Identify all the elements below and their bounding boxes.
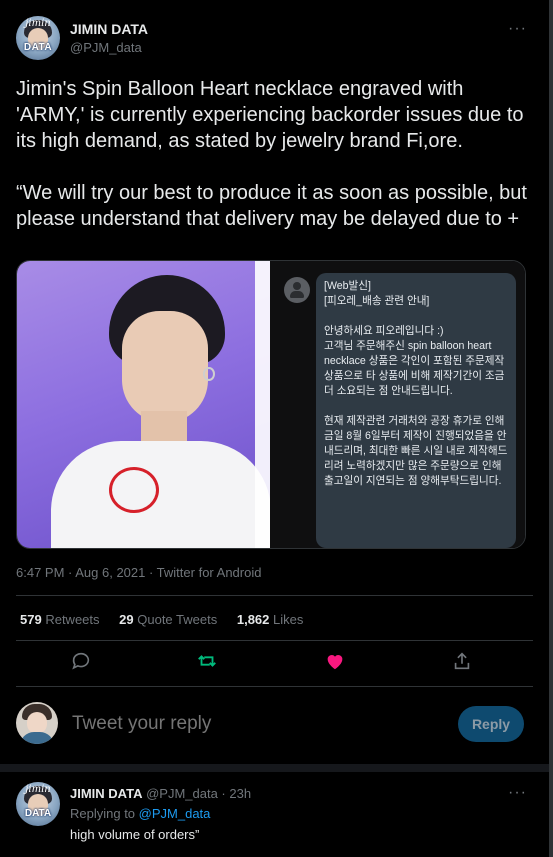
photo-sms-screenshot[interactable]: [Web발신] [피오레_배송 관련 안내] 안녕하세요 피오레입니다 :) 고… xyxy=(270,261,525,548)
more-horizontal-icon[interactable]: ··· xyxy=(508,20,527,38)
tweet-media[interactable]: [Web발신] [피오레_배송 관련 안내] 안녕하세요 피오레입니다 :) 고… xyxy=(16,260,526,549)
tweet-timestamp[interactable]: 6:47 PM · Aug 6, 2021 · Twitter for Andr… xyxy=(16,565,261,580)
avatar-script-text: jimin xyxy=(25,18,51,29)
reply-tweet-text: high volume of orders” xyxy=(70,827,200,842)
replying-to: Replying to @PJM_data xyxy=(70,806,211,821)
tweet-paragraph: Jimin's Spin Balloon Heart necklace engr… xyxy=(16,78,524,152)
tweet-stats: 579 Retweets 29 Quote Tweets 1,862 Likes xyxy=(20,612,319,627)
reply-button[interactable]: Reply xyxy=(458,706,524,742)
mention-link[interactable]: @PJM_data xyxy=(139,806,211,821)
reply-author-avatar[interactable]: jimin DATA xyxy=(16,782,60,826)
reply-input[interactable] xyxy=(72,713,432,735)
divider xyxy=(16,686,533,687)
quotes-stat[interactable]: 29 Quote Tweets xyxy=(119,612,217,627)
section-separator xyxy=(0,764,549,772)
author-display-name[interactable]: JIMIN DATA xyxy=(70,21,148,37)
avatar-label: DATA xyxy=(23,42,53,53)
more-horizontal-icon[interactable]: ··· xyxy=(508,784,527,802)
reply-icon[interactable] xyxy=(70,650,92,672)
share-icon[interactable] xyxy=(451,650,473,672)
reply-author-name[interactable]: JIMIN DATA xyxy=(70,786,142,801)
photo-jimin[interactable] xyxy=(17,261,271,548)
author-avatar[interactable]: jimin DATA xyxy=(16,16,60,60)
avatar-script-text: jimin xyxy=(25,784,51,795)
tweet-body: Jimin's Spin Balloon Heart necklace engr… xyxy=(16,76,531,232)
likes-stat[interactable]: 1,862 Likes xyxy=(237,612,304,627)
contact-avatar-icon xyxy=(284,277,310,303)
reply-author-handle-time[interactable]: @PJM_data · 23h xyxy=(146,786,251,801)
tweet-paragraph: “We will try our best to produce it as s… xyxy=(16,182,527,230)
reply-tweet-header: JIMIN DATA @PJM_data · 23h xyxy=(70,786,251,801)
sms-paragraph: 안녕하세요 피오레입니다 :) 고객님 주문해주신 spin balloon h… xyxy=(324,325,505,397)
divider xyxy=(16,640,533,641)
divider xyxy=(16,595,533,596)
retweets-stat[interactable]: 579 Retweets xyxy=(20,612,100,627)
user-avatar[interactable] xyxy=(16,702,58,744)
red-circle-highlight xyxy=(109,467,159,513)
sms-paragraph: [Web발신] [피오레_배송 관련 안내] xyxy=(324,280,430,307)
sms-message-bubble: [Web발신] [피오레_배송 관련 안내] 안녕하세요 피오레입니다 :) 고… xyxy=(316,273,516,548)
retweet-icon[interactable] xyxy=(196,650,218,672)
avatar-label: DATA xyxy=(24,808,52,819)
like-icon[interactable] xyxy=(324,650,346,672)
author-handle[interactable]: @PJM_data xyxy=(70,40,142,55)
sms-paragraph: 현재 제작관련 거래처와 공장 휴가로 인해 금일 8월 6일부터 제작이 진행… xyxy=(324,415,508,487)
